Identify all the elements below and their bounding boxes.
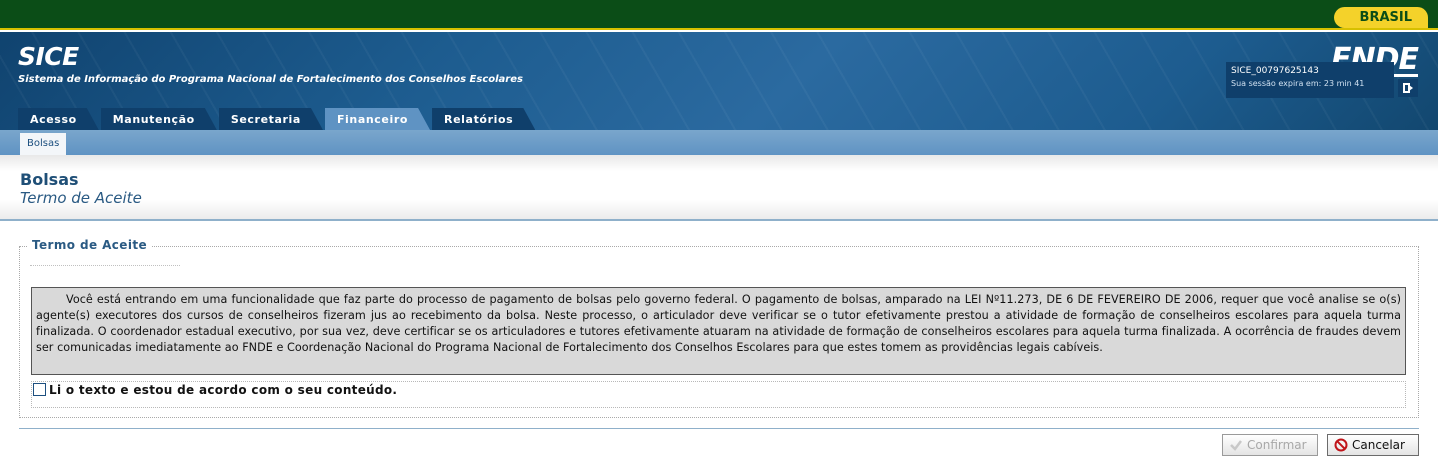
session-info: SICE_00797625143 Sua sessão expira em: 2… xyxy=(1226,62,1394,98)
confirm-label: Confirmar xyxy=(1247,438,1307,452)
brasil-badge[interactable]: BRASIL xyxy=(1333,7,1428,28)
subnav-item-bolsas[interactable]: Bolsas xyxy=(20,133,67,155)
tab-secretaria[interactable]: Secretaria xyxy=(219,108,323,130)
app-subtitle: Sistema de Informação do Programa Nacion… xyxy=(18,74,523,85)
main-tabs: Acesso Manutenção Secretaria Financeiro … xyxy=(18,108,537,130)
session-expire-text: Sua sessão expira em: 23 min 41 xyxy=(1231,79,1365,88)
logout-icon xyxy=(1403,83,1413,93)
terms-text: Você está entrando em uma funcionalidade… xyxy=(31,287,1406,375)
checkmark-icon xyxy=(1230,440,1242,451)
legend-divider xyxy=(30,265,180,266)
confirm-button[interactable]: Confirmar xyxy=(1222,434,1318,456)
page-header: Bolsas Termo de Aceite xyxy=(0,155,1438,221)
session-user: SICE_00797625143 xyxy=(1231,66,1319,76)
accept-checkbox[interactable] xyxy=(33,383,46,396)
footer-divider xyxy=(19,428,1419,429)
fieldset-legend: Termo de Aceite xyxy=(28,238,152,252)
app-header: SICE Sistema de Informação do Programa N… xyxy=(0,32,1438,130)
cancel-icon xyxy=(1334,438,1348,452)
tab-manutencao[interactable]: Manutenção xyxy=(101,108,217,130)
app-title: SICE xyxy=(18,42,79,71)
logout-button[interactable] xyxy=(1398,79,1418,97)
page-title: Bolsas xyxy=(20,170,79,189)
government-bar: BRASIL xyxy=(0,0,1438,30)
tab-relatorios[interactable]: Relatórios xyxy=(432,108,535,130)
cancel-label: Cancelar xyxy=(1352,438,1405,452)
accept-row: Li o texto e estou de acordo com o seu c… xyxy=(31,381,1406,408)
tab-acesso[interactable]: Acesso xyxy=(18,108,99,130)
page-subtitle: Termo de Aceite xyxy=(20,189,142,207)
terms-fieldset: Termo de Aceite Você está entrando em um… xyxy=(19,238,1419,418)
accept-label[interactable]: Li o texto e estou de acordo com o seu c… xyxy=(49,383,397,397)
tab-financeiro[interactable]: Financeiro xyxy=(325,108,430,130)
cancel-button[interactable]: Cancelar xyxy=(1327,434,1419,456)
sub-navigation: Bolsas xyxy=(0,130,1438,155)
